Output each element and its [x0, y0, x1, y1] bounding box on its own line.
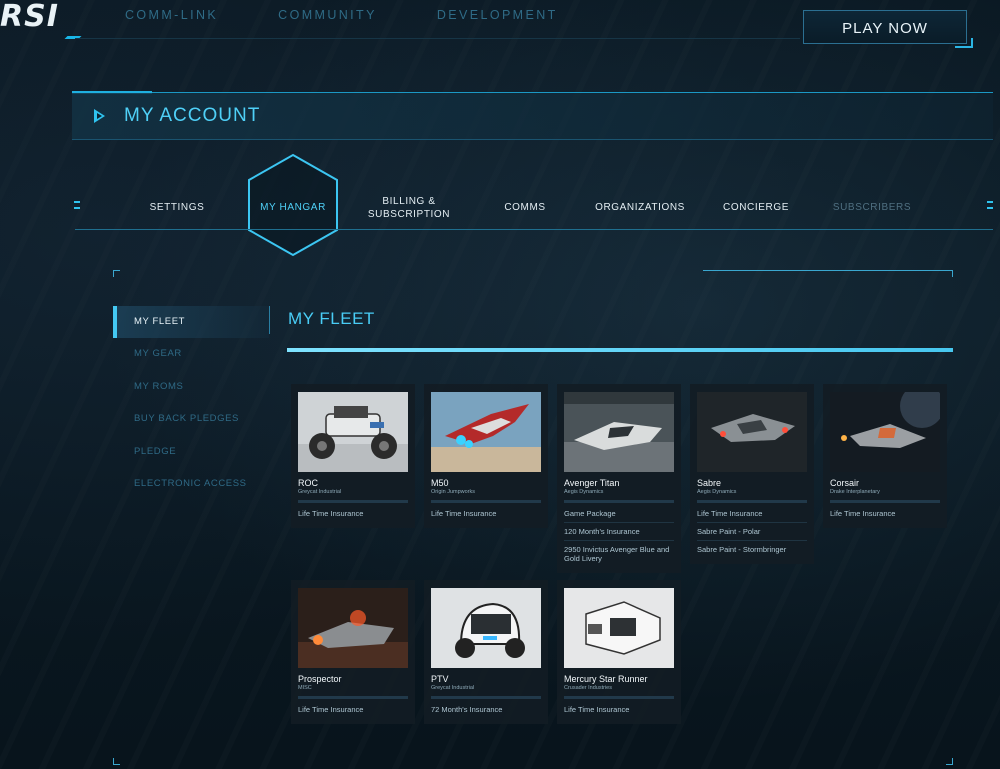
sidebar-item-my-fleet[interactable]: MY FLEET	[113, 306, 269, 339]
card-divider	[298, 696, 408, 699]
sidebar-item-my-gear[interactable]: MY GEAR	[113, 338, 269, 370]
section-title: MY FLEET	[288, 309, 375, 328]
ship-item: 2950 Invictus Avenger Blue and Gold Live…	[564, 545, 670, 563]
page-title: MY ACCOUNT	[124, 105, 261, 126]
ship-card[interactable]: Corsair Drake Interplanetary Life Time I…	[823, 384, 947, 528]
ship-image	[431, 392, 541, 472]
nav-community[interactable]: COMMUNITY	[278, 7, 377, 23]
ship-item: 120 Month's Insurance	[564, 526, 674, 541]
card-divider	[431, 696, 541, 699]
ship-item: Life Time Insurance	[298, 705, 364, 714]
ship-manufacturer: Greycat Industrial	[431, 685, 475, 691]
ship-item: Game Package	[564, 508, 674, 523]
ship-manufacturer: Greycat Industrial	[298, 489, 342, 495]
tabs-right-marker	[987, 207, 993, 209]
ship-item: 72 Month's Insurance	[431, 705, 503, 714]
ship-card[interactable]: Sabre Aegis Dynamics Life Time Insurance…	[690, 384, 814, 564]
frame-corner	[113, 270, 120, 277]
ship-manufacturer: MISC	[298, 685, 312, 691]
ship-item: Sabre Paint - Polar	[697, 526, 807, 541]
ship-card[interactable]: Prospector MISC Life Time Insurance	[291, 580, 415, 724]
sidebar-item-pledge[interactable]: PLEDGE	[113, 436, 269, 468]
ship-manufacturer: Drake Interplanetary	[830, 489, 880, 495]
frame-corner	[946, 270, 953, 277]
tab-billing-subscription[interactable]: BILLING & SUBSCRIPTION	[360, 195, 458, 221]
ship-name: Sabre	[697, 478, 722, 488]
tab-comms[interactable]: COMMS	[480, 201, 570, 214]
ship-name: Prospector	[298, 674, 342, 684]
card-divider	[830, 500, 940, 503]
ship-manufacturer: Aegis Dynamics	[697, 489, 737, 495]
ship-manufacturer: Crusader Industries	[564, 685, 612, 691]
ship-image	[298, 392, 408, 472]
ship-card[interactable]: ROC Greycat Industrial Life Time Insuran…	[291, 384, 415, 528]
card-divider	[298, 500, 408, 503]
ship-manufacturer: Aegis Dynamics	[564, 489, 604, 495]
main-nav: COMM-LINK COMMUNITY DEVELOPMENT	[125, 7, 618, 23]
top-divider	[75, 38, 800, 39]
sidebar-item-electronic-access[interactable]: ELECTRONIC ACCESS	[113, 468, 269, 500]
tab-subscribers: SUBSCRIBERS	[832, 202, 912, 213]
ship-manufacturer: Origin Jumpworks	[431, 489, 476, 495]
play-now-button[interactable]: PLAY NOW	[803, 10, 967, 44]
play-triangle-inner	[97, 113, 102, 119]
top-navigation: RSI COMM-LINK COMMUNITY DEVELOPMENT PLAY…	[0, 0, 1000, 48]
ship-item: Life Time Insurance	[431, 509, 497, 518]
card-divider	[697, 500, 807, 503]
card-divider	[564, 500, 674, 503]
ship-image	[830, 392, 940, 472]
ship-image	[564, 392, 674, 472]
ship-item: Life Time Insurance	[697, 508, 807, 523]
ship-name: Avenger Titan	[564, 478, 620, 488]
ship-name: M50	[431, 478, 449, 488]
ship-item: Sabre Paint - Stormbringer	[697, 545, 787, 554]
ship-image	[697, 392, 807, 472]
ship-item: Life Time Insurance	[564, 705, 630, 714]
frame-corner	[113, 758, 120, 765]
sidebar-divider	[269, 306, 270, 334]
frame-corner	[946, 758, 953, 765]
ship-image	[298, 588, 408, 668]
ship-image	[564, 588, 674, 668]
tab-organizations[interactable]: ORGANIZATIONS	[588, 201, 692, 214]
ship-image	[431, 588, 541, 668]
ship-name: Mercury Star Runner	[564, 674, 648, 684]
hangar-sidebar: MY FLEET MY GEAR MY ROMS BUY BACK PLEDGE…	[113, 306, 269, 500]
tab-settings[interactable]: SETTINGS	[130, 201, 224, 214]
ship-card[interactable]: PTV Greycat Industrial 72 Month's Insura…	[424, 580, 548, 724]
tab-concierge[interactable]: CONCIERGE	[710, 201, 802, 214]
tabs-left-marker	[74, 201, 80, 203]
tab-my-hangar[interactable]: MY HANGAR	[246, 201, 340, 214]
ship-name: ROC	[298, 478, 318, 488]
ship-card[interactable]: Avenger Titan Aegis Dynamics Game Packag…	[557, 384, 681, 573]
nav-development[interactable]: DEVELOPMENT	[437, 7, 558, 23]
ship-card[interactable]: Mercury Star Runner Crusader Industries …	[557, 580, 681, 724]
tabs-divider	[75, 229, 993, 230]
tabs-left-marker	[74, 207, 80, 209]
card-divider	[431, 500, 541, 503]
ship-item: Life Time Insurance	[830, 509, 896, 518]
ship-name: Corsair	[830, 478, 860, 488]
sidebar-item-my-roms[interactable]: MY ROMS	[113, 371, 269, 403]
ship-card[interactable]: M50 Origin Jumpworks Life Time Insurance	[424, 384, 548, 528]
rsi-logo[interactable]: RSI	[0, 0, 59, 34]
frame-top-line	[703, 270, 953, 271]
card-divider	[564, 696, 674, 699]
play-button-accent	[955, 38, 973, 48]
ship-name: PTV	[431, 674, 449, 684]
ship-item: Life Time Insurance	[298, 509, 364, 518]
section-underline	[287, 348, 953, 352]
sidebar-item-buy-back-pledges[interactable]: BUY BACK PLEDGES	[113, 403, 269, 435]
tabs-right-marker	[987, 201, 993, 203]
nav-comm-link[interactable]: COMM-LINK	[125, 7, 218, 23]
